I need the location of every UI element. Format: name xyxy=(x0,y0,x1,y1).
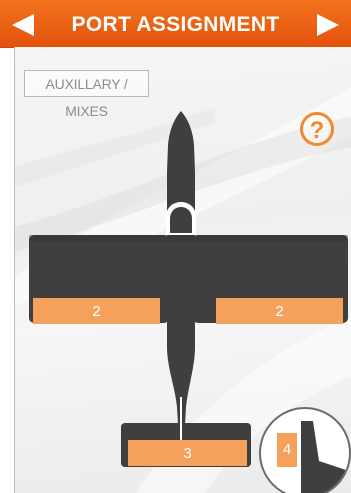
fuselage xyxy=(167,111,195,442)
triangle-left-icon xyxy=(12,14,34,36)
rudder-side-view[interactable]: 4 xyxy=(259,407,351,493)
content-area: AUXILLARY / MIXES ? 2 2 3 4 xyxy=(14,47,351,493)
page-title: PORT ASSIGNMENT xyxy=(71,13,280,36)
triangle-right-icon xyxy=(317,14,339,36)
next-screen-button[interactable] xyxy=(313,13,341,37)
port-assignment-screen: PORT ASSIGNMENT AUXILLARY / MIXES ? 2 2 … xyxy=(0,0,351,493)
elevator-port[interactable]: 3 xyxy=(128,440,247,466)
prev-screen-button[interactable] xyxy=(10,13,38,37)
right-wing-port[interactable]: 2 xyxy=(216,298,343,324)
tail-fin-icon xyxy=(301,421,349,493)
rudder-port[interactable]: 4 xyxy=(277,433,297,467)
header-bar: PORT ASSIGNMENT xyxy=(0,0,351,48)
left-wing-port[interactable]: 2 xyxy=(33,298,160,324)
